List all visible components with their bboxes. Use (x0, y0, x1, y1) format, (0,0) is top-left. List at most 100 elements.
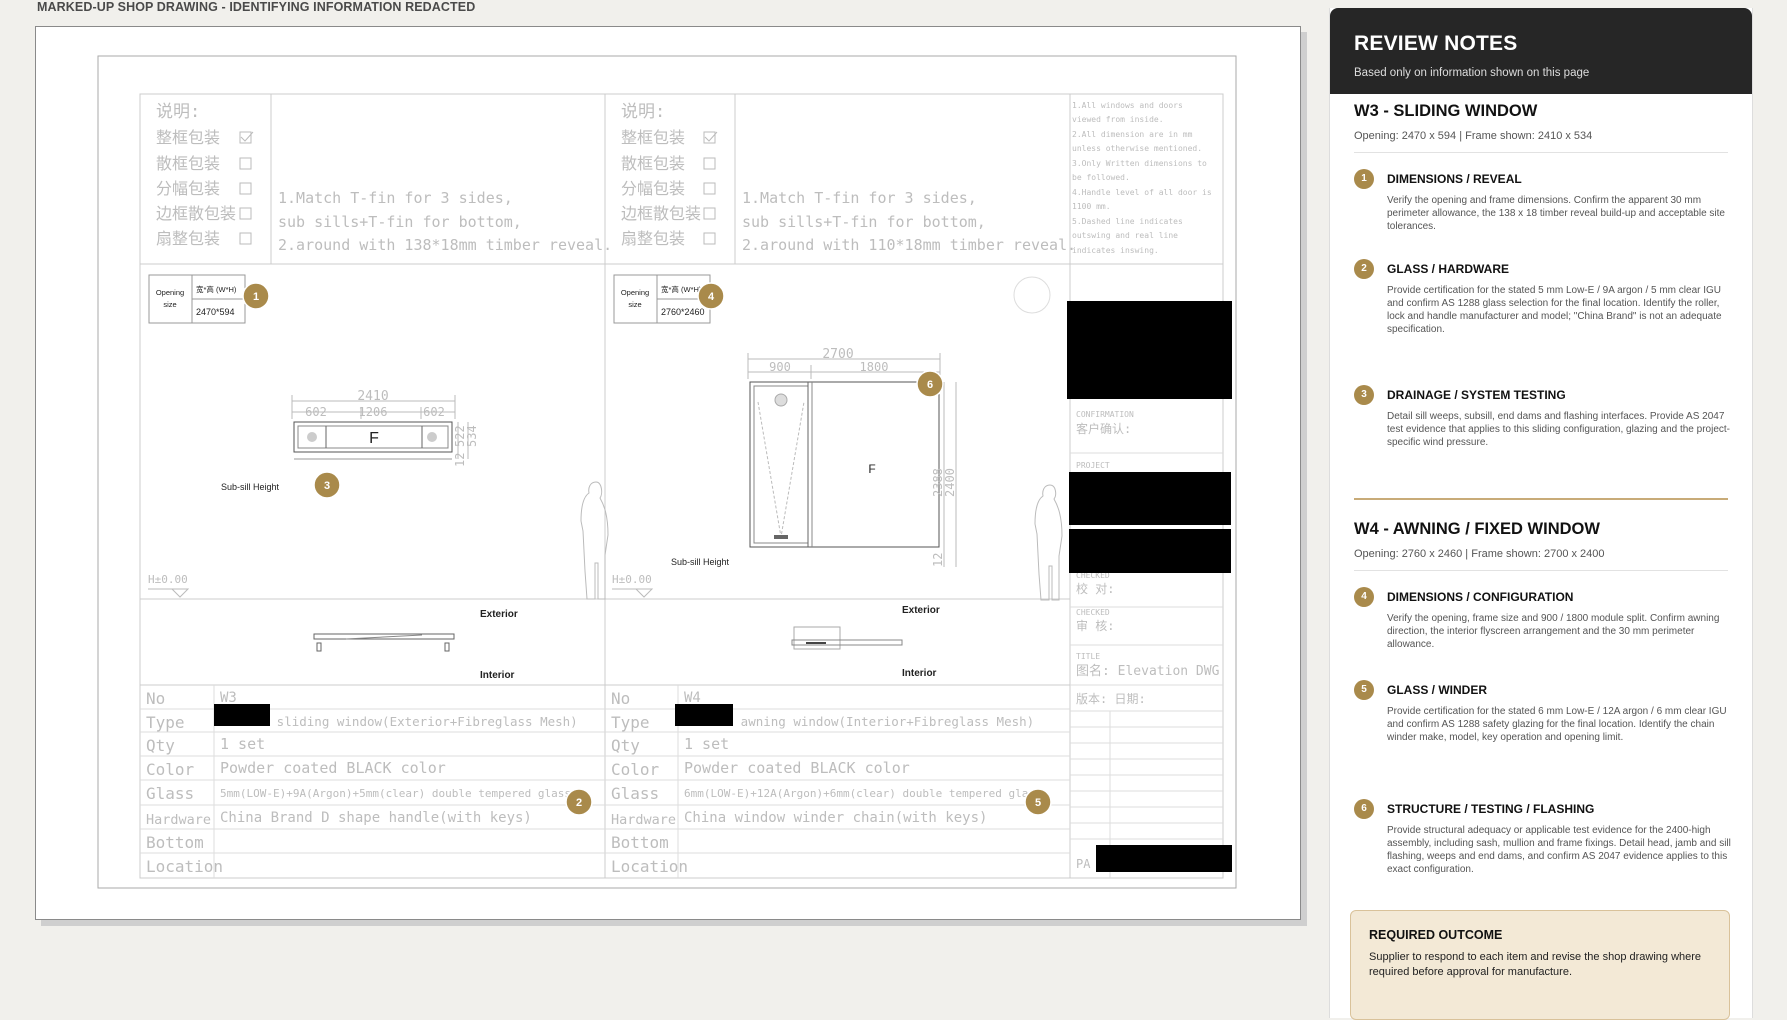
svg-text:图名: Elevation DWG: 图名: Elevation DWG (1076, 663, 1220, 679)
svg-text:602: 602 (305, 405, 327, 419)
svg-text:TITLE: TITLE (1076, 652, 1100, 661)
item-number-badge: 6 (1354, 799, 1374, 819)
svg-text:扇整包装: 扇整包装 (621, 229, 685, 248)
svg-text:1100 mm.: 1100 mm. (1072, 202, 1111, 211)
svg-text:Interior: Interior (902, 668, 937, 679)
shop-drawing-sheet: 说明: 整框包装 散框包装 分幅包装 边框散包装 扇整包装 1.Match T-… (35, 26, 1301, 920)
svg-text:2700: 2700 (822, 347, 853, 362)
svg-text:Bottom: Bottom (611, 833, 669, 852)
svg-text:Glass: Glass (146, 784, 194, 803)
svg-text:series sliding window(Exterior: series sliding window(Exterior+Fibreglas… (224, 714, 578, 729)
svg-text:4: 4 (708, 291, 715, 303)
svg-text:散框包装: 散框包装 (156, 154, 220, 173)
w4-section-header: W4 - AWNING / FIXED WINDOW Opening: 2760… (1354, 520, 1728, 571)
svg-text:W4: W4 (684, 690, 701, 706)
marker-1: 1 (242, 282, 270, 310)
svg-text:6: 6 (927, 379, 933, 391)
svg-text:Location: Location (146, 857, 223, 876)
w4-opening-size-box: Opening size 宽*高 (W*H) 2760*2460 (613, 274, 711, 324)
general-notes: 1.All windows and doors viewed from insi… (1072, 101, 1212, 255)
svg-text:No: No (611, 689, 630, 708)
svg-text:Hardware: Hardware (146, 812, 211, 828)
svg-text:6mm(LOW-E)+12A(Argon)+6mm(clea: 6mm(LOW-E)+12A(Argon)+6mm(clear) double … (684, 787, 1042, 800)
svg-text:indicates inswing.: indicates inswing. (1072, 246, 1159, 255)
w3-elevation: 2410 602 1206 602 F 12 522 534 Sub-sill … (148, 389, 479, 598)
required-outcome-box: REQUIRED OUTCOME Supplier to respond to … (1350, 910, 1730, 1020)
w3-section-header: W3 - SLIDING WINDOW Opening: 2470 x 594 … (1354, 102, 1728, 153)
svg-text:Type: Type (146, 713, 185, 732)
w4-plan-section: Exterior Interior (791, 605, 940, 679)
svg-text:2410: 2410 (357, 389, 388, 404)
w3-note-line-3: 2.around with 138*18mm timber reveal. (278, 236, 612, 254)
svg-text:5.Dashed line indicates: 5.Dashed line indicates (1072, 217, 1183, 226)
review-item-2: 2 GLASS / HARDWARE Provide certification… (1354, 259, 1734, 336)
svg-text:12: 12 (931, 553, 945, 567)
svg-text:2: 2 (576, 797, 582, 809)
svg-text:Location: Location (611, 857, 688, 876)
panel-header: REVIEW NOTES Based only on information s… (1330, 8, 1752, 94)
item-number-badge: 3 (1354, 385, 1374, 405)
svg-text:Color: Color (146, 760, 195, 779)
svg-text:W3: W3 (220, 690, 237, 706)
svg-text:Sub-sill Height: Sub-sill Height (671, 557, 730, 567)
svg-text:Bottom: Bottom (146, 833, 204, 852)
svg-text:CHECKED: CHECKED (1076, 608, 1110, 617)
svg-text:Color: Color (611, 760, 660, 779)
svg-text:2760*2460: 2760*2460 (661, 307, 705, 317)
svg-text:unless otherwise mentioned.: unless otherwise mentioned. (1072, 144, 1202, 153)
item-number-badge: 5 (1354, 680, 1374, 700)
svg-text:1 set: 1 set (684, 735, 729, 753)
outcome-body: Supplier to respond to each item and rev… (1369, 951, 1702, 978)
svg-text:2470*594: 2470*594 (196, 307, 235, 317)
svg-text:602: 602 (423, 405, 445, 419)
svg-text:China window winder chain(with: China window winder chain(with keys) (684, 810, 987, 826)
w4-notes-header: 说明: (621, 102, 665, 122)
item-number-badge: 2 (1354, 259, 1374, 279)
w3-section-subtitle: Opening: 2470 x 594 | Frame shown: 2410 … (1354, 130, 1728, 153)
review-item-1: 1 DIMENSIONS / REVEAL Verify the opening… (1354, 169, 1734, 233)
outcome-title: REQUIRED OUTCOME (1369, 928, 1503, 942)
w3-note-line-1: 1.Match T-fin for 3 sides, (278, 189, 513, 207)
w3-scale-figure (580, 481, 609, 600)
svg-text:Opening: Opening (621, 288, 649, 297)
svg-text:1.All windows and doors: 1.All windows and doors (1072, 101, 1183, 110)
svg-text:2.All dimension are in mm: 2.All dimension are in mm (1072, 130, 1193, 139)
svg-text:Glass: Glass (611, 784, 659, 803)
svg-text:边框散包装: 边框散包装 (621, 204, 701, 223)
svg-text:3.Only Written dimensions to: 3.Only Written dimensions to (1072, 159, 1207, 168)
svg-text:扇整包装: 扇整包装 (156, 229, 220, 248)
review-notes-panel: REVIEW NOTES Based only on information s… (1329, 8, 1753, 1020)
svg-text:China Brand D shape handle(wit: China Brand D shape handle(with keys) (220, 810, 532, 826)
w4-note-line-2: sub sills+T-fin for bottom, (742, 213, 986, 231)
w4-elevation: 2700 900 1800 F 2388 2400 12 Sub-sill He… (612, 276, 1051, 598)
w4-pack-options: 整框包装 散框包装 分幅包装 边框散包装 扇整包装 (621, 128, 718, 248)
marker-3: 3 (313, 471, 341, 499)
w3-section-title: W3 - SLIDING WINDOW (1354, 102, 1538, 120)
svg-text:边框散包装: 边框散包装 (156, 204, 236, 223)
svg-text:PA: PA (1076, 857, 1091, 871)
item-number-badge: 1 (1354, 169, 1374, 189)
svg-text:2400: 2400 (943, 468, 957, 497)
svg-text:H±0.00: H±0.00 (612, 573, 652, 586)
svg-text:Opening: Opening (156, 288, 184, 297)
w3-plan-section: Exterior Interior (313, 609, 518, 681)
svg-text:series awning window(Interior+: series awning window(Interior+Fibreglass… (688, 714, 1034, 729)
svg-text:1206: 1206 (359, 405, 388, 419)
svg-text:Qty: Qty (146, 736, 175, 755)
svg-text:分幅包装: 分幅包装 (621, 179, 685, 198)
panel-subtitle: Based only on information shown on this … (1354, 67, 1590, 79)
svg-text:CONFIRMATION: CONFIRMATION (1076, 410, 1134, 419)
svg-text:1800: 1800 (860, 360, 889, 374)
svg-text:1: 1 (253, 291, 259, 303)
svg-text:900: 900 (769, 360, 791, 374)
page-caption: MARKED-UP SHOP DRAWING - IDENTIFYING INF… (37, 0, 476, 14)
svg-text:Exterior: Exterior (480, 609, 518, 620)
w3-opening-size-box: Opening size 宽*高 (W*H) 2470*594 (148, 274, 246, 324)
svg-text:size: size (163, 300, 176, 309)
svg-text:Powder coated BLACK color: Powder coated BLACK color (220, 759, 446, 777)
svg-text:H±0.00: H±0.00 (148, 573, 188, 586)
svg-text:4.Handle level of all door is: 4.Handle level of all door is (1072, 188, 1212, 197)
svg-text:F: F (369, 430, 379, 447)
w4-scale-figure (1034, 484, 1063, 601)
panel-title: REVIEW NOTES (1354, 32, 1518, 55)
